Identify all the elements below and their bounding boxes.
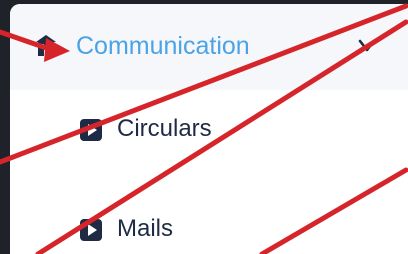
- submenu-item-mails[interactable]: Mails: [10, 204, 408, 254]
- submenu-item-label: Circulars: [117, 115, 212, 142]
- play-square-icon: [80, 219, 102, 241]
- menu-item-communication[interactable]: Communication: [10, 4, 408, 90]
- submenu-item-circulars[interactable]: Circulars: [10, 104, 408, 164]
- building-icon: [36, 35, 56, 56]
- screen-frame: Communication Circulars Mails: [0, 0, 408, 254]
- submenu-item-label: Mails: [117, 215, 174, 242]
- chevron-down-icon[interactable]: [356, 32, 378, 60]
- sidebar-menu: Communication Circulars Mails: [10, 4, 408, 254]
- menu-item-label: Communication: [76, 32, 250, 60]
- play-square-icon: [80, 119, 102, 141]
